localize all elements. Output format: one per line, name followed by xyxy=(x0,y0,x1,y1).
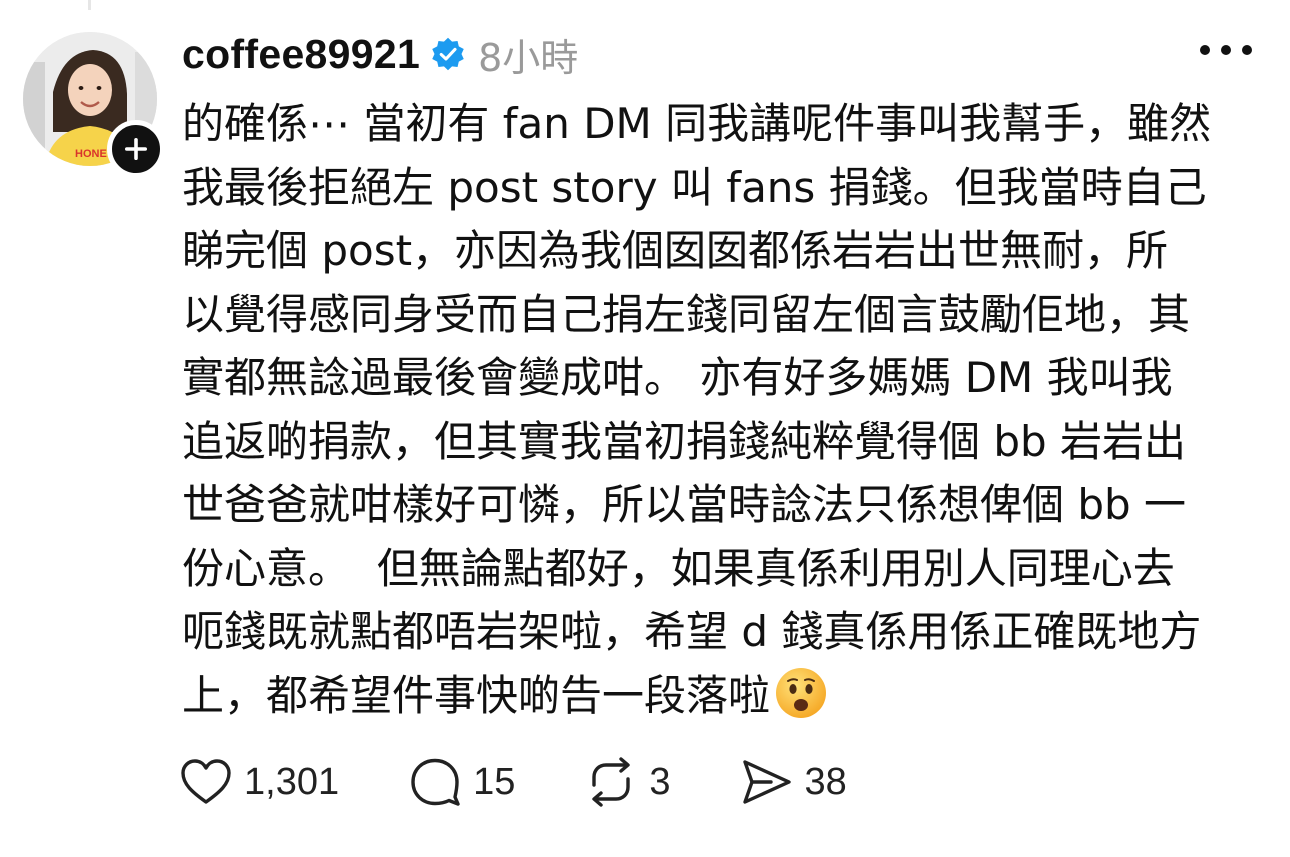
more-dot xyxy=(1242,45,1252,55)
repost-button[interactable]: 3 xyxy=(585,757,671,807)
repost-icon xyxy=(592,757,631,807)
send-icon xyxy=(742,760,791,804)
avatar-container[interactable]: HONE xyxy=(23,32,165,178)
more-options-icon[interactable] xyxy=(1200,40,1252,60)
post-timestamp: 8小時 xyxy=(478,35,579,80)
thread-line xyxy=(88,0,91,10)
svg-text:HONE: HONE xyxy=(75,148,107,160)
post-body: 的確係⋯ 當初有 fan DM 同我講呢件事叫我幫手，雖然 我最後拒絕左 pos… xyxy=(182,99,1212,720)
share-button[interactable]: 38 xyxy=(741,758,847,806)
more-dot xyxy=(1200,45,1210,55)
like-button[interactable]: 1,301 xyxy=(180,758,339,806)
like-count: 1,301 xyxy=(244,760,340,803)
username[interactable]: coffee89921 xyxy=(182,31,420,78)
plus-icon xyxy=(125,138,147,160)
post-header: coffee89921 8小時 xyxy=(182,26,578,82)
worried-face-icon xyxy=(776,667,827,718)
more-dot xyxy=(1221,45,1231,55)
share-count: 38 xyxy=(804,760,847,803)
comment-button[interactable]: 15 xyxy=(409,757,515,807)
verified-badge-icon xyxy=(432,37,464,71)
comment-count: 15 xyxy=(473,760,516,803)
heart-icon xyxy=(181,759,231,804)
follow-button[interactable] xyxy=(107,120,165,178)
comment-bubble-icon xyxy=(411,758,460,806)
repost-count: 3 xyxy=(649,760,671,803)
worried-face-emoji xyxy=(774,666,828,738)
post-text: 的確係⋯ 當初有 fan DM 同我講呢件事叫我幫手，雖然 我最後拒絕左 pos… xyxy=(182,92,1262,737)
post-actions: 1,301 15 3 38 xyxy=(180,752,917,812)
